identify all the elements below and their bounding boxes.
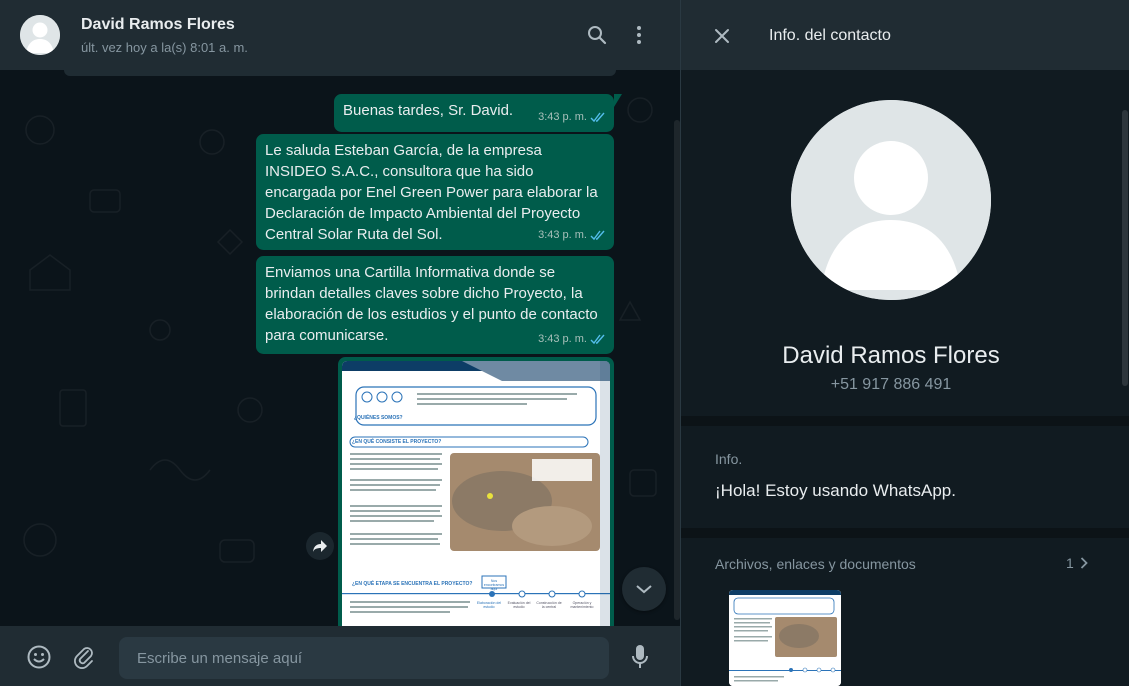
media-count-value: 1 <box>1066 555 1074 571</box>
section-divider <box>681 416 1129 426</box>
chevron-right-icon <box>1080 557 1088 569</box>
emoji-icon <box>27 645 51 669</box>
chat-contact-name[interactable]: David Ramos Flores <box>81 16 235 34</box>
profile-phone: +51 917 886 491 <box>830 376 952 393</box>
whatsapp-app: David Ramos Flores últ. vez hoy a la(s) … <box>0 0 1129 686</box>
message-meta: 3:43 p. m. <box>538 107 606 128</box>
image-message[interactable]: ¿QUIÉNES SOMOS? ¿EN QUÉ CONSISTE EL PROY… <box>338 357 614 626</box>
default-avatar-icon <box>20 15 60 55</box>
double-check-read-icon <box>590 334 605 345</box>
paperclip-icon <box>74 647 93 669</box>
profile-avatar[interactable] <box>791 100 991 300</box>
voice-message-button[interactable] <box>627 644 653 670</box>
media-section: Archivos, enlaces y documentos 1 <box>681 538 1129 686</box>
emoji-button[interactable] <box>26 644 52 670</box>
info-scrollbar[interactable] <box>1122 110 1128 386</box>
message-list[interactable]: Buenas tardes, Sr. David. 3:43 p. m. Le … <box>0 70 680 626</box>
bubble-tail <box>614 94 622 107</box>
message-input[interactable] <box>137 649 591 667</box>
contact-info-header: Info. del contacto <box>681 0 1129 70</box>
section-divider <box>681 528 1129 538</box>
close-info-button[interactable] <box>711 25 733 47</box>
contact-avatar[interactable] <box>20 15 60 55</box>
cartilla-informativa-image[interactable]: ¿QUIÉNES SOMOS? ¿EN QUÉ CONSISTE EL PROY… <box>342 361 610 626</box>
doc-stage-label: Evaluación del estudio <box>507 601 531 609</box>
message-time: 3:43 p. m. <box>538 229 587 241</box>
default-avatar-icon <box>791 100 991 300</box>
profile-section: David Ramos Flores +51 917 886 491 <box>681 70 1129 416</box>
doc-stage-marker: Nos encontramos aquí <box>483 579 505 591</box>
message-meta: 3:43 p. m. <box>538 329 606 350</box>
attach-button[interactable] <box>71 644 97 670</box>
document-thumbnail-graphics <box>729 590 841 686</box>
outgoing-message[interactable]: Buenas tardes, Sr. David. 3:43 p. m. <box>334 94 622 132</box>
contact-info-pane: Info. del contacto David Ramos Flores +5… <box>680 0 1129 686</box>
outgoing-message[interactable]: Le saluda Esteban García, de la empresa … <box>256 134 614 250</box>
double-check-read-icon <box>590 230 605 241</box>
profile-name: David Ramos Flores <box>782 342 1000 369</box>
previous-message-edge <box>64 70 616 76</box>
media-thumbnail[interactable] <box>729 590 841 686</box>
microphone-icon <box>632 645 648 668</box>
message-meta: 3:43 p. m. <box>538 225 606 246</box>
chevron-down-icon <box>636 585 652 594</box>
doc-stage-label: Construcción de la central <box>536 601 562 609</box>
kebab-menu-icon <box>637 26 641 44</box>
about-text: ¡Hola! Estoy usando WhatsApp. <box>715 481 956 500</box>
search-icon <box>588 26 607 45</box>
double-check-read-icon <box>590 112 605 123</box>
chat-menu-button[interactable] <box>627 23 651 47</box>
chat-pane: David Ramos Flores últ. vez hoy a la(s) … <box>0 0 680 686</box>
scroll-to-bottom-button[interactable] <box>622 567 666 611</box>
about-section: Info. ¡Hola! Estoy usando WhatsApp. <box>681 428 1129 528</box>
message-input-box[interactable] <box>119 637 609 679</box>
forward-arrow-icon <box>313 540 327 552</box>
chat-header[interactable]: David Ramos Flores últ. vez hoy a la(s) … <box>0 0 680 70</box>
message-composer <box>0 626 680 686</box>
message-time: 3:43 p. m. <box>538 333 587 345</box>
doc-stage-label: Elaboración del estudio <box>476 601 502 609</box>
media-count[interactable]: 1 <box>1066 555 1088 571</box>
doc-heading-etapa: ¿EN QUÉ ETAPA SE ENCUENTRA EL PROYECTO? <box>352 581 473 587</box>
forward-button[interactable] <box>306 532 334 560</box>
media-section-label[interactable]: Archivos, enlaces y documentos <box>715 556 916 572</box>
outgoing-message[interactable]: Enviamos una Cartilla Informativa donde … <box>256 256 614 354</box>
contact-info-title: Info. del contacto <box>769 27 891 44</box>
doc-heading-proyecto: ¿EN QUÉ CONSISTE EL PROYECTO? <box>352 439 442 445</box>
doc-heading-quienes: ¿QUIÉNES SOMOS? <box>354 415 403 421</box>
close-icon <box>715 29 729 43</box>
about-label: Info. <box>715 451 743 467</box>
doc-stage-label: Operación y mantenimiento <box>570 601 594 609</box>
search-button[interactable] <box>585 23 609 47</box>
message-time: 3:43 p. m. <box>538 111 587 123</box>
last-seen-status: últ. vez hoy a la(s) 8:01 a. m. <box>81 40 248 55</box>
